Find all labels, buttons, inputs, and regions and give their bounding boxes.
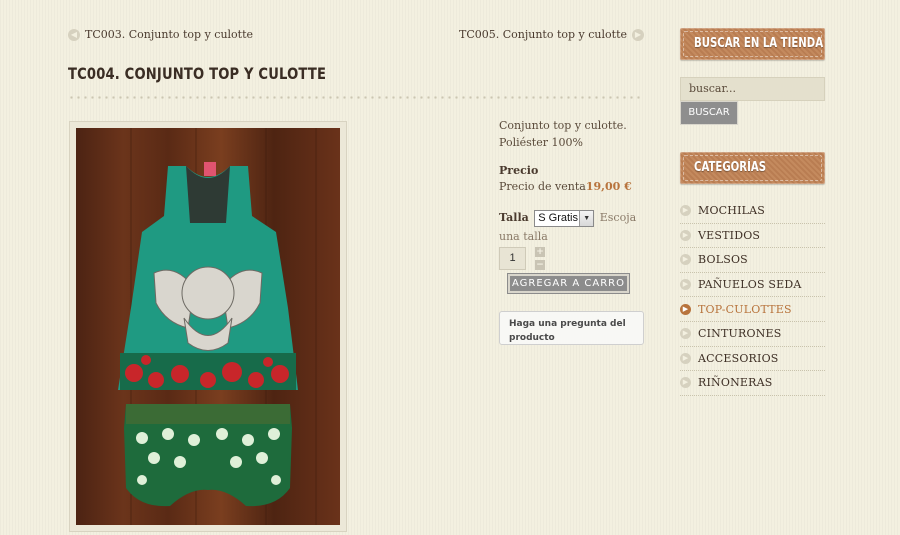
category-item-top-culottes[interactable]: ▶ TOP-CULOTTES xyxy=(680,297,825,322)
category-item-rinoneras[interactable]: ▶ RIÑONERAS xyxy=(680,371,825,396)
category-item-bolsos[interactable]: ▶ BOLSOS xyxy=(680,248,825,273)
product-photo-illustration xyxy=(118,128,317,525)
category-item-panuelos-seda[interactable]: ▶ PAÑUELOS SEDA xyxy=(680,273,825,298)
size-label: Talla xyxy=(499,211,529,224)
next-product-link[interactable]: TC005. Conjunto top y culotte ▶ xyxy=(459,28,644,41)
price-row: Precio de venta19,00 € xyxy=(499,180,632,193)
category-label: BOLSOS xyxy=(698,253,748,267)
category-item-cinturones[interactable]: ▶ CINTURONES xyxy=(680,322,825,347)
search-heading: BUSCAR EN LA TIENDA xyxy=(694,36,824,51)
arrow-right-icon: ▶ xyxy=(680,377,691,389)
price-value: 19,00 € xyxy=(585,180,632,193)
category-label: VESTIDOS xyxy=(698,228,761,242)
category-label: MOCHILAS xyxy=(698,204,766,218)
category-item-mochilas[interactable]: ▶ MOCHILAS xyxy=(680,199,825,224)
description-line: Conjunto top y culotte. xyxy=(499,119,627,132)
arrow-right-icon: ▶ xyxy=(680,279,691,291)
product-pagination: ◀ TC003. Conjunto top y culotte TC005. C… xyxy=(68,28,644,44)
arrow-right-icon: ▶ xyxy=(680,205,691,217)
arrow-right-icon: ▶ xyxy=(680,352,691,364)
product-image-frame xyxy=(69,121,347,532)
search-input[interactable]: buscar... xyxy=(680,77,825,101)
dotted-divider xyxy=(68,96,644,99)
arrow-right-icon: ▶ xyxy=(680,303,691,315)
category-item-accesorios[interactable]: ▶ ACCESORIOS xyxy=(680,347,825,372)
product-image[interactable] xyxy=(76,128,340,525)
size-selected-value: S Gratis xyxy=(538,211,578,224)
category-label: RIÑONERAS xyxy=(698,376,773,390)
arrow-right-icon: ▶ xyxy=(680,254,691,266)
quantity-increase-button[interactable]: + xyxy=(535,247,545,257)
arrow-left-icon: ◀ xyxy=(68,28,80,41)
add-to-cart-button[interactable]: AGREGAR A CARRO xyxy=(507,273,630,294)
category-label: PAÑUELOS SEDA xyxy=(698,278,802,292)
chevron-down-icon: ▼ xyxy=(579,210,594,226)
category-item-vestidos[interactable]: ▶ VESTIDOS xyxy=(680,224,825,249)
previous-product-link[interactable]: ◀ TC003. Conjunto top y culotte xyxy=(68,28,253,41)
product-description: Conjunto top y culotte. Poliéster 100% xyxy=(499,117,649,151)
search-heading-ribbon: BUSCAR EN LA TIENDA xyxy=(680,28,825,60)
arrow-right-icon: ▶ xyxy=(680,328,691,340)
category-label: ACCESORIOS xyxy=(698,351,779,365)
search-button[interactable]: BUSCAR xyxy=(680,101,738,125)
category-list: ▶ MOCHILAS ▶ VESTIDOS ▶ BOLSOS ▶ PAÑUELOS SE… xyxy=(680,199,825,396)
ask-question-button[interactable]: Haga una pregunta del producto xyxy=(499,311,644,345)
price-heading: Precio xyxy=(499,164,539,177)
next-product-label: TC005. Conjunto top y culotte xyxy=(458,28,627,41)
category-label: TOP-CULOTTES xyxy=(698,302,792,316)
previous-product-label: TC003. Conjunto top y culotte xyxy=(85,28,254,41)
arrow-right-icon: ▶ xyxy=(680,229,691,241)
categories-heading: CATEGORÍAS xyxy=(694,160,767,175)
category-label: CINTURONES xyxy=(698,327,782,341)
arrow-right-icon: ▶ xyxy=(632,28,644,41)
quantity-input[interactable]: 1 xyxy=(499,247,526,270)
description-line: Poliéster 100% xyxy=(499,136,583,149)
categories-heading-ribbon: CATEGORÍAS xyxy=(680,152,825,184)
size-select[interactable]: S Gratis ▼ xyxy=(534,209,595,227)
quantity-decrease-button[interactable]: − xyxy=(535,260,545,270)
size-selector-row: Talla S Gratis ▼ Escoja una talla xyxy=(499,208,649,246)
price-prefix: Precio de venta xyxy=(499,180,586,193)
page-title: TC004. CONJUNTO TOP Y CULOTTE xyxy=(68,64,327,83)
